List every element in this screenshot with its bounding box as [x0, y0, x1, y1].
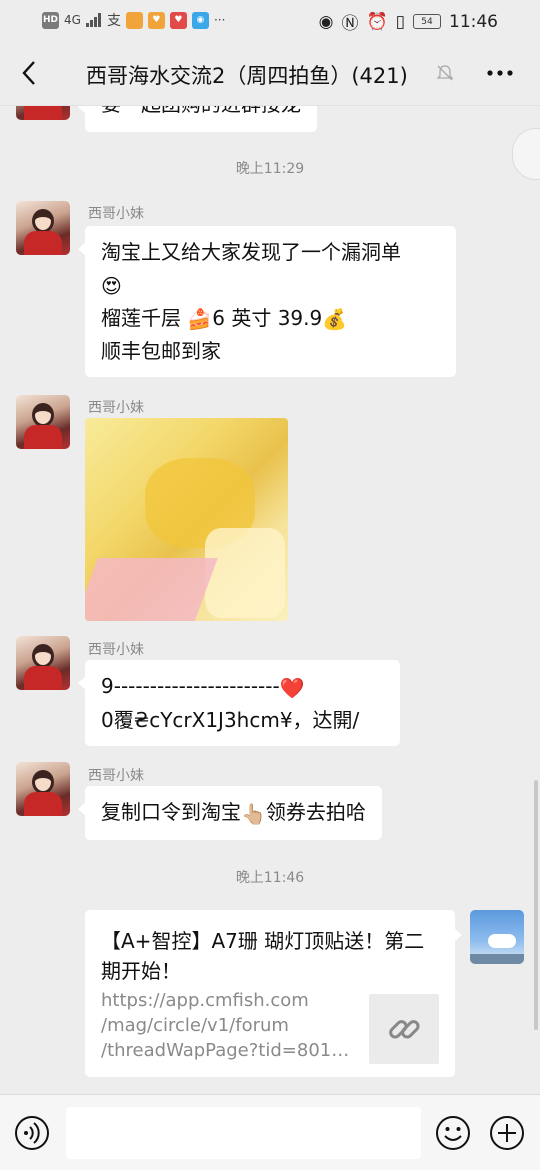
status-bar: HD 4G 支 ♥ ♥ ◉ ··· ◉ Ⓝ ⏰ ▯ 54 11:46	[0, 0, 540, 40]
status-left: HD 4G 支 ♥ ♥ ◉ ···	[42, 10, 225, 30]
alipay-icon: 支	[106, 13, 121, 29]
vibrate-icon: ▯	[395, 11, 405, 32]
sender-name: 西哥小妹	[88, 768, 144, 784]
message-text: 顺丰包邮到家	[101, 339, 221, 363]
message-bubble[interactable]: 9-----------------------❤️ 0覆₴cYcrX1J3hc…	[78, 660, 400, 746]
hd-icon: HD	[42, 11, 59, 29]
message-bubble[interactable]: 复制口令到淘宝👆🏼领券去拍哈	[78, 786, 382, 840]
signal-icon	[85, 13, 101, 27]
emoji-picker-icon[interactable]	[435, 1115, 471, 1151]
mute-bell-icon	[436, 65, 454, 81]
cake-emoji: 🍰	[187, 307, 213, 331]
app-icon-4: ◉	[191, 11, 209, 29]
sender-name: 西哥小妹	[88, 400, 144, 416]
more-notifications: ···	[213, 13, 226, 27]
message-bubble[interactable]: 要一起团购的进群接龙	[78, 106, 317, 132]
input-bar	[0, 1094, 540, 1170]
app-icon-3: ♥	[169, 11, 187, 29]
more-actions-plus-icon[interactable]	[489, 1115, 525, 1151]
message-text: 淘宝上又给大家发现了一个漏洞单	[101, 240, 401, 264]
avatar[interactable]	[16, 201, 70, 255]
link-icon	[389, 1020, 420, 1039]
avatar[interactable]	[16, 395, 70, 449]
chat-header: 西哥海水交流2（周四拍鱼）(421)	[0, 40, 540, 106]
status-right: ◉ Ⓝ ⏰ ▯ 54 11:46	[318, 9, 498, 35]
app-icon-2: ♥	[147, 11, 165, 29]
alarm-icon: ⏰	[366, 11, 388, 32]
chat-title: 西哥海水交流2（周四拍鱼）(421)	[86, 64, 408, 88]
timestamp: 晚上11:46	[235, 870, 305, 886]
avatar[interactable]	[16, 636, 70, 690]
message-text: 榴莲千层	[101, 305, 181, 330]
message-text: 要一起团购的进群接龙	[101, 106, 301, 120]
scrollbar[interactable]	[534, 780, 538, 1030]
image-message[interactable]	[85, 418, 288, 621]
money-bag-emoji: 💰	[322, 307, 348, 331]
voice-input-icon[interactable]	[14, 1115, 50, 1151]
eye-icon: ◉	[318, 11, 334, 32]
clock: 11:46	[449, 11, 498, 32]
message-list[interactable]: 要一起团购的进群接龙 晚上11:29 西哥小妹 淘宝上又给大家发现了一个漏洞单 …	[0, 106, 540, 1094]
message-text: 6 英寸 39.9	[212, 305, 323, 330]
my-avatar[interactable]	[470, 910, 524, 964]
nfc-icon: Ⓝ	[341, 14, 359, 34]
pointing-up-emoji: 👆🏼	[241, 801, 266, 826]
battery-icon: 54	[413, 14, 441, 29]
message-bubble[interactable]: 淘宝上又给大家发现了一个漏洞单 😍 榴莲千层 🍰6 英寸 39.9💰 顺丰包邮到…	[78, 226, 456, 377]
message-input[interactable]	[66, 1107, 421, 1159]
heart-eyes-emoji: 😍	[101, 273, 122, 298]
back-arrow-icon[interactable]	[16, 58, 46, 88]
message-text: 0覆₴cYcrX1J3hcm¥，达開/	[101, 707, 360, 732]
message-text: 9-----------------------	[101, 674, 280, 698]
link-thumbnail	[369, 994, 439, 1064]
timestamp: 晚上11:29	[235, 161, 305, 177]
link-title: 【A+智控】A7珊 瑚灯顶贴送！第二期开始！	[101, 929, 425, 983]
sender-name: 西哥小妹	[88, 642, 144, 658]
avatar[interactable]	[16, 106, 70, 120]
sender-name: 西哥小妹	[88, 206, 144, 222]
message-text: 领券去拍哈	[265, 800, 366, 824]
avatar[interactable]	[16, 762, 70, 816]
app-icon-1	[125, 11, 143, 29]
link-url: https://app.cmfish.com /mag/circle/v1/fo…	[101, 990, 357, 1061]
message-text: 复制口令到淘宝	[101, 800, 241, 824]
more-options-icon[interactable]	[486, 64, 514, 82]
heart-emoji: ❤️	[279, 675, 305, 700]
link-card[interactable]: 【A+智控】A7珊 瑚灯顶贴送！第二期开始！ https://app.cmfis…	[85, 910, 462, 1077]
network-label: 4G	[64, 13, 81, 27]
